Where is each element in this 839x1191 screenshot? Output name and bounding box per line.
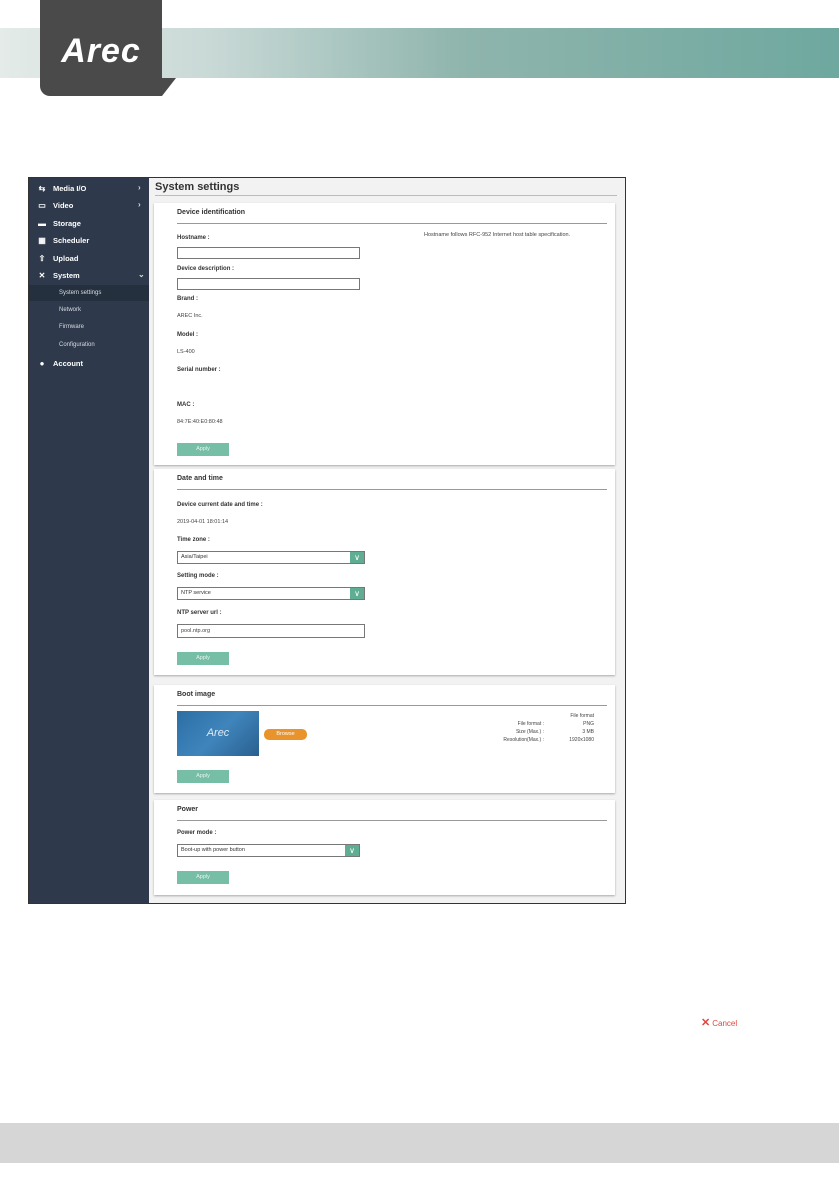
setting-mode-select[interactable]: NTP service ∨	[177, 587, 365, 600]
spec-key: File format :	[517, 721, 544, 727]
sidebar-subitem-network[interactable]: Network	[29, 302, 149, 318]
card-title: Date and time	[177, 475, 223, 482]
setting-mode-label: Setting mode :	[177, 573, 219, 579]
serial-label: Serial number :	[177, 367, 221, 373]
brand-value: AREC Inc.	[177, 313, 203, 319]
power-mode-label: Power mode :	[177, 830, 217, 836]
device-identification-card: Device identification Hostname : Hostnam…	[154, 203, 615, 465]
chevron-down-icon: ⌄	[138, 270, 145, 279]
timezone-label: Time zone :	[177, 537, 210, 543]
power-mode-value: Boot-up with power button	[181, 847, 245, 853]
tools-icon: ✕	[38, 271, 46, 280]
current-datetime-value: 2019-04-01 18:01:14	[177, 519, 229, 525]
page-title: System settings	[155, 181, 240, 193]
cancel-button[interactable]: ✕ Cancel	[701, 1016, 737, 1029]
footer-band	[0, 1123, 839, 1163]
apply-button[interactable]: Apply	[177, 770, 229, 783]
sidebar-item-upload[interactable]: ⇧ Upload	[29, 250, 149, 267]
spec-value: 3 MB	[582, 729, 594, 735]
spec-key: Size (Max.) :	[515, 729, 544, 735]
sidebar-subitem-firmware[interactable]: Firmware	[29, 319, 149, 335]
sidebar-item-label: Account	[53, 359, 83, 368]
card-divider	[177, 820, 607, 821]
sidebar-subitem-configuration[interactable]: Configuration	[29, 337, 149, 353]
sidebar-subitem-label: Configuration	[59, 342, 95, 348]
sidebar-subitem-label: Network	[59, 307, 82, 313]
sidebar-item-label: Media I/O	[53, 184, 87, 193]
current-datetime-label: Device current date and time :	[177, 502, 263, 508]
mac-label: MAC :	[177, 402, 195, 408]
model-label: Model :	[177, 332, 198, 338]
user-icon: ●	[39, 359, 45, 368]
card-title: Device identification	[177, 209, 246, 216]
sidebar-item-scheduler[interactable]: ▦ Scheduler	[29, 232, 149, 249]
sidebar-item-label: Storage	[53, 219, 81, 228]
screenshot-frame: ⇆ Media I/O › ▭ Video › ▬ Storage ▦ Sche…	[28, 177, 626, 904]
sidebar-item-label: Upload	[53, 254, 79, 263]
close-icon: ✕	[701, 1017, 711, 1029]
ntp-label: NTP server url :	[177, 610, 222, 616]
timezone-select[interactable]: Asia/Taipei ∨	[177, 551, 365, 564]
date-time-card: Date and time Device current date and ti…	[154, 469, 615, 675]
brand-label: Brand :	[177, 296, 198, 302]
spec-value: PNG	[583, 721, 594, 727]
thumbnail-logo: Arec	[206, 727, 230, 739]
sidebar-item-label: Scheduler	[53, 236, 90, 245]
sidebar: ⇆ Media I/O › ▭ Video › ▬ Storage ▦ Sche…	[29, 178, 149, 903]
sidebar-item-label: System	[53, 271, 80, 280]
chevron-down-icon: ∨	[350, 588, 364, 599]
boot-image-card: Boot image Arec Browse File format File …	[154, 685, 615, 793]
card-divider	[177, 223, 607, 224]
browse-button[interactable]: Browse	[264, 729, 307, 740]
timezone-value: Asia/Taipei	[181, 554, 208, 560]
hostname-note: Hostname follows RFC-952 Internet host t…	[424, 232, 571, 238]
card-divider	[177, 705, 607, 706]
calendar-icon: ▦	[38, 236, 46, 245]
chevron-right-icon: ›	[138, 200, 141, 209]
card-divider	[177, 489, 607, 490]
video-icon: ▭	[38, 201, 46, 210]
power-card: Power Power mode : Boot-up with power bu…	[154, 800, 615, 895]
sidebar-item-system[interactable]: ✕ System ⌄	[29, 267, 149, 284]
sidebar-subitem-system-settings[interactable]: System settings	[29, 285, 149, 301]
main-content: System settings Device identification Ho…	[149, 178, 625, 903]
chevron-down-icon: ∨	[350, 552, 364, 563]
model-value: LS-400	[177, 349, 195, 355]
hostname-label: Hostname :	[177, 235, 210, 241]
chevron-down-icon: ∨	[345, 845, 359, 856]
power-mode-select[interactable]: Boot-up with power button ∨	[177, 844, 360, 857]
sidebar-item-label: Video	[53, 201, 74, 210]
spec-value: 1920x1080	[569, 737, 594, 743]
chevron-right-icon: ›	[138, 183, 141, 192]
storage-icon: ▬	[38, 219, 46, 228]
title-divider	[155, 195, 617, 196]
description-label: Device description :	[177, 266, 235, 272]
sidebar-item-account[interactable]: ● Account	[29, 355, 149, 372]
sidebar-item-video[interactable]: ▭ Video ›	[29, 197, 149, 214]
boot-image-thumbnail: Arec	[177, 711, 259, 756]
setting-mode-value: NTP service	[181, 590, 211, 596]
hostname-input[interactable]	[177, 247, 360, 259]
ntp-server-input[interactable]	[177, 624, 365, 638]
sidebar-item-media-io[interactable]: ⇆ Media I/O ›	[29, 180, 149, 197]
card-title: Boot image	[177, 691, 216, 698]
upload-icon: ⇧	[38, 254, 46, 263]
description-input[interactable]	[177, 278, 360, 290]
sidebar-subitem-label: System settings	[59, 290, 102, 296]
apply-button[interactable]: Apply	[177, 652, 229, 665]
card-title: Power	[177, 806, 199, 813]
apply-button[interactable]: Apply	[177, 443, 229, 456]
sidebar-item-storage[interactable]: ▬ Storage	[29, 215, 149, 232]
sidebar-subitem-label: Firmware	[59, 324, 84, 330]
apply-button[interactable]: Apply	[177, 871, 229, 884]
logo-text: Arec	[61, 32, 141, 70]
spec-key: Resolution(Max.) :	[503, 737, 544, 743]
logo: Arec	[40, 0, 176, 96]
media-io-icon: ⇆	[38, 184, 46, 193]
file-format-heading: File format	[570, 713, 594, 719]
cancel-label: Cancel	[712, 1019, 738, 1028]
mac-value: 84:7E:40:E0:80:48	[177, 419, 223, 425]
